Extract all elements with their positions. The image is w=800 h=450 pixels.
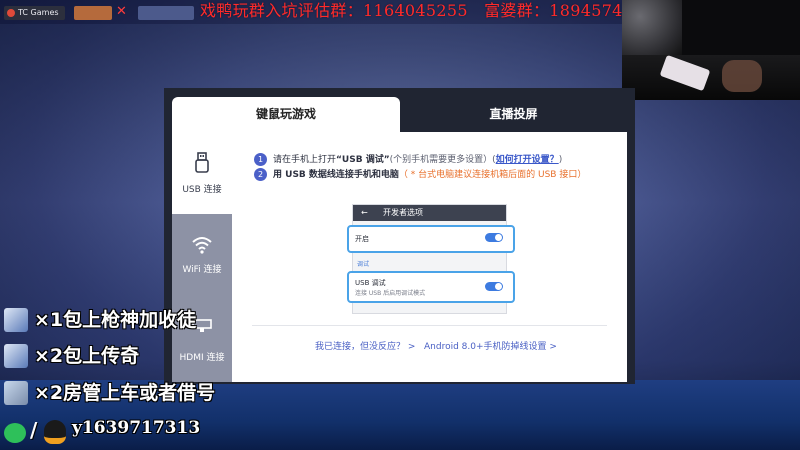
back-arrow-icon: ←: [361, 208, 368, 217]
promo-line-1: ×1包上枪神加收徒: [0, 306, 235, 336]
toggle-switch-icon: [485, 282, 503, 291]
tab-keyboard-mouse[interactable]: 键鼠玩游戏: [172, 97, 400, 132]
promo-line-2: ×2包上传奇: [0, 342, 235, 372]
phone-settings-illustration: ← 开发者选项 开启 调试 USB 调试 连接 USB 后启用调试模式: [347, 204, 515, 314]
plane-icon: [4, 381, 28, 405]
sidebar-item-wifi[interactable]: WiFi 连接: [172, 214, 232, 296]
step-1-prefix: 请在手机上打开: [273, 155, 337, 165]
promo-text-1: ×1包上枪神加收徒: [34, 309, 197, 331]
qq-icon: [44, 420, 66, 444]
enable-row-label: 开启: [355, 235, 369, 243]
usb-debugging-label: USB 调试: [355, 279, 386, 287]
wifi-icon: [172, 236, 232, 259]
taskbar-tab-second[interactable]: [138, 6, 194, 20]
step-1-highlight: “USB 调试”: [336, 155, 390, 165]
wechat-icon: [4, 423, 26, 443]
step-1: 1 请在手机上打开“USB 调试”(个别手机需要更多设置）(如何打开设置？): [254, 152, 562, 166]
how-to-open-settings-link[interactable]: 如何打开设置？: [496, 155, 559, 165]
phone-header-title: 开发者选项: [383, 208, 423, 217]
step-number-2: 2: [254, 168, 267, 181]
usb-instructions-panel: 1 请在手机上打开“USB 调试”(个别手机需要更多设置）(如何打开设置？) 2用…: [232, 132, 627, 382]
toggle-switch-icon: [485, 233, 503, 242]
webcam-hand: [722, 60, 762, 92]
debug-section-label: 调试: [357, 261, 370, 268]
step-2-warning: （ * 台式电脑建议连接机箱后面的 USB 接口）: [398, 170, 587, 180]
promo-text-2: ×2包上传奇: [34, 345, 140, 367]
developer-options-enable-row: 开启: [347, 225, 515, 253]
promo-line-3: ×2房管上车或者借号: [0, 379, 235, 409]
taskbar-tab-thumbnail[interactable]: [74, 6, 112, 20]
phone-header: ← 开发者选项: [353, 205, 506, 221]
sidebar-label-usb: USB 连接: [182, 185, 222, 195]
stream-banner-text: 戏鸭玩群入坑评估群：1164045255 富婆群：189457439: [200, 1, 644, 20]
promo-text-3: ×2房管上车或者借号: [34, 382, 216, 404]
android-anti-disconnect-link[interactable]: Android 8.0+手机防掉线设置 >: [424, 339, 557, 352]
mode-tabbar: 键鼠玩游戏 直播投屏: [164, 88, 635, 132]
rocket-icon: [4, 344, 28, 368]
qq-number-text: y1639717313: [72, 418, 201, 438]
connection-dialog: 键鼠玩游戏 直播投屏 USB 连接 WiFi 连接 HDMI 连接 1 请在手机上…: [164, 88, 635, 384]
rocket-icon: [4, 308, 28, 332]
app-tab-label: TC Games: [18, 8, 59, 17]
tc-games-icon: [7, 9, 15, 17]
app-tab-tc-games[interactable]: TC Games: [4, 6, 65, 20]
step-1-note: (个别手机需要更多设置）(: [389, 155, 496, 165]
step-number-1: 1: [254, 153, 267, 166]
sidebar-label-wifi: WiFi 连接: [182, 265, 222, 275]
webcam-feed: [622, 0, 800, 100]
sidebar-item-usb[interactable]: USB 连接: [172, 132, 232, 214]
step-2: 2 用 USB 数据线连接手机和电脑（ * 台式电脑建议连接机箱后面的 USB 接…: [254, 167, 586, 181]
usb-debugging-row: USB 调试 连接 USB 后启用调试模式: [347, 271, 515, 303]
contact-separator: /: [30, 418, 38, 442]
usb-debugging-sublabel: 连接 USB 后启用调试模式: [355, 290, 426, 297]
close-icon[interactable]: ✕: [116, 4, 127, 20]
divider: [252, 325, 607, 326]
toggle-knob: [495, 234, 502, 241]
toggle-knob: [495, 283, 502, 290]
step-1-suffix: ): [558, 155, 563, 165]
connected-no-response-link[interactable]: 我已连接，但没反应？ >: [315, 339, 415, 352]
webcam-lamp: [622, 0, 682, 55]
usb-icon: [172, 152, 232, 179]
webcam-desk: [622, 55, 800, 100]
step-2-text: 用 USB 数据线连接手机和电脑: [273, 170, 399, 180]
tab-live-screencast[interactable]: 直播投屏: [400, 97, 627, 132]
